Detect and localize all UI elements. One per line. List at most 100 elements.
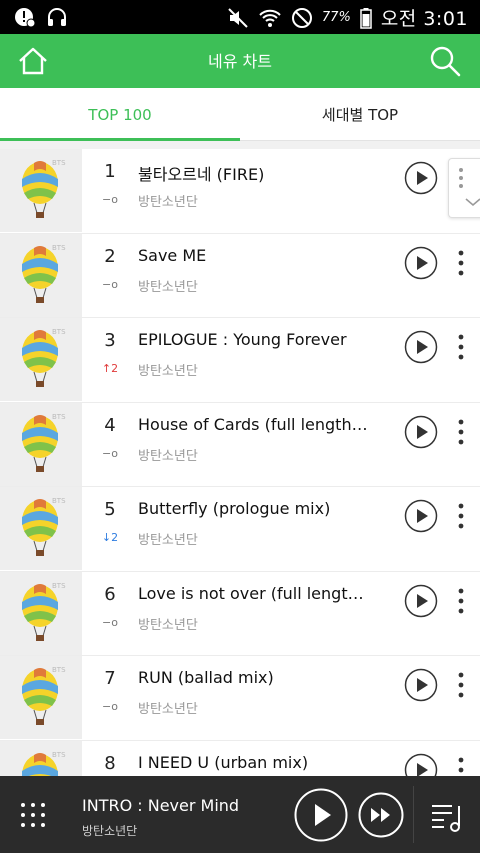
play-icon[interactable] (404, 668, 438, 702)
song-rank: 5 (104, 499, 116, 520)
chart-tabs: TOP 100 세대별 TOP (0, 88, 480, 141)
balloon-image: BTS (0, 571, 82, 655)
svg-text:BTS: BTS (52, 328, 66, 336)
rank-change: ↓2 (101, 531, 119, 544)
song-rank: 3 (104, 330, 116, 351)
now-playing-title[interactable]: INTRO : Never Mind (82, 796, 239, 815)
song-list: BTS 1 −o 불타오르네 (FIRE) 방탄소년단 BTS 2 −o Sav… (0, 149, 480, 825)
mute-icon (228, 7, 248, 28)
song-row[interactable]: BTS 4 −o House of Cards (full length… 방탄… (0, 402, 480, 487)
song-rank: 8 (104, 752, 116, 774)
song-title[interactable]: Butterfly (prologue mix) (138, 499, 388, 518)
mini-player: INTRO : Never Mind 방탄소년단 (0, 776, 480, 853)
song-row[interactable]: BTS 2 −o Save ME 방탄소년단 (0, 233, 480, 318)
balloon-image: BTS (0, 402, 82, 486)
song-row[interactable]: BTS 3 ↑2 EPILOGUE : Young Forever 방탄소년단 (0, 318, 480, 403)
more-options-icon[interactable] (450, 501, 472, 531)
play-icon[interactable] (404, 161, 438, 195)
album-art[interactable]: BTS (0, 402, 82, 486)
song-row[interactable]: BTS 6 −o Love is not over (full lengt… 방… (0, 571, 480, 656)
balloon-image: BTS (0, 318, 82, 401)
balloon-image: BTS (0, 656, 82, 739)
song-artist[interactable]: 방탄소년단 (138, 445, 198, 464)
song-artist[interactable]: 방탄소년단 (138, 698, 198, 717)
svg-text:BTS: BTS (52, 497, 66, 505)
song-artist[interactable]: 방탄소년단 (138, 529, 198, 548)
rank-change: −o (102, 193, 118, 206)
next-track-icon[interactable] (358, 792, 404, 838)
svg-text:BTS: BTS (52, 413, 66, 421)
song-artist[interactable]: 방탄소년단 (138, 276, 198, 295)
battery-percent: 77% (321, 10, 351, 25)
more-options-icon[interactable] (450, 332, 472, 362)
svg-text:BTS: BTS (52, 582, 66, 590)
playlist-icon[interactable] (430, 798, 466, 834)
song-title[interactable]: Love is not over (full lengt… (138, 584, 388, 603)
rank-change: ↑2 (101, 362, 119, 375)
song-artist[interactable]: 방탄소년단 (138, 614, 198, 633)
rank-change: −o (102, 277, 118, 291)
song-title[interactable]: I NEED U (urban mix) (138, 753, 388, 772)
no-entry-icon (291, 7, 312, 28)
notification-icon (15, 8, 36, 28)
grid-menu-icon[interactable] (18, 800, 48, 830)
svg-text:BTS: BTS (52, 751, 66, 759)
svg-text:BTS: BTS (52, 159, 66, 167)
balloon-image: BTS (0, 233, 82, 317)
list-spacer (0, 141, 480, 149)
app-header: 네유 차트 (0, 34, 480, 88)
song-row[interactable]: BTS 7 −o RUN (ballad mix) 방탄소년단 (0, 656, 480, 741)
play-icon[interactable] (404, 330, 438, 364)
clock: 오전 3:01 (381, 4, 468, 31)
search-icon[interactable] (428, 44, 462, 78)
svg-text:BTS: BTS (52, 666, 66, 674)
song-title[interactable]: House of Cards (full length… (138, 415, 388, 434)
balloon-image: BTS (0, 487, 82, 570)
song-rank: 4 (104, 414, 116, 436)
song-rank: 1 (104, 161, 116, 182)
now-playing-artist[interactable]: 방탄소년단 (82, 822, 137, 839)
tab-top100[interactable]: TOP 100 (0, 88, 240, 140)
rank-change: −o (102, 615, 118, 629)
album-art[interactable]: BTS (0, 571, 82, 655)
balloon-image: BTS (0, 149, 82, 232)
more-options-icon[interactable] (450, 248, 472, 278)
more-options-icon[interactable] (450, 670, 472, 700)
headphones-icon (48, 8, 66, 26)
song-title[interactable]: Save ME (138, 246, 388, 265)
song-rank: 2 (104, 245, 116, 267)
battery-icon (360, 7, 372, 29)
clock-time: 3:01 (423, 8, 468, 30)
clock-period: 오전 (380, 8, 417, 30)
song-artist[interactable]: 방탄소년단 (138, 360, 198, 379)
page-title: 네유 차트 (208, 52, 272, 71)
album-art[interactable]: BTS (0, 233, 82, 317)
album-art[interactable]: BTS (0, 149, 82, 232)
status-bar: 77% 오전 3:01 (0, 0, 480, 34)
song-title[interactable]: EPILOGUE : Young Forever (138, 330, 388, 349)
play-icon[interactable] (404, 584, 438, 618)
album-art[interactable]: BTS (0, 656, 82, 739)
play-icon[interactable] (404, 246, 438, 280)
song-rank: 7 (104, 668, 116, 689)
song-artist[interactable]: 방탄소년단 (138, 191, 198, 210)
rank-change: −o (102, 700, 118, 713)
player-divider (413, 786, 414, 843)
song-title[interactable]: RUN (ballad mix) (138, 668, 388, 687)
album-art[interactable]: BTS (0, 318, 82, 401)
song-row[interactable]: BTS 5 ↓2 Butterfly (prologue mix) 방탄소년단 (0, 487, 480, 572)
play-icon[interactable] (404, 499, 438, 533)
song-rank: 6 (104, 583, 116, 605)
song-row[interactable]: BTS 1 −o 불타오르네 (FIRE) 방탄소년단 (0, 149, 480, 234)
wifi-icon (259, 9, 281, 27)
rank-change: −o (102, 446, 118, 460)
more-options-icon[interactable] (450, 417, 472, 447)
svg-text:BTS: BTS (52, 244, 66, 252)
play-icon[interactable] (404, 415, 438, 449)
song-title[interactable]: 불타오르네 (FIRE) (138, 161, 388, 185)
scroll-control[interactable] (448, 158, 480, 218)
more-options-icon[interactable] (450, 586, 472, 616)
play-pause-icon[interactable] (294, 788, 348, 842)
album-art[interactable]: BTS (0, 487, 82, 570)
tab-generation-top[interactable]: 세대별 TOP (240, 88, 480, 140)
